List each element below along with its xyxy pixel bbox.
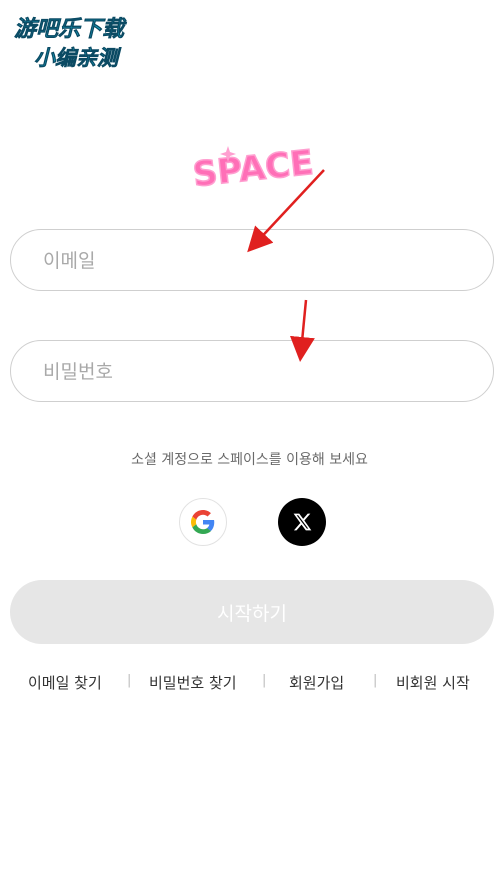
password-input[interactable] (41, 341, 465, 403)
email-input[interactable] (41, 230, 465, 292)
start-button[interactable]: 시작하기 (10, 580, 494, 644)
login-screen: 游吧乐下载 小编亲测 SPACE 소셜 계정으로 스페이스를 이용해 보세요 시… (0, 0, 499, 893)
password-field-wrapper (10, 340, 494, 403)
link-separator: | (262, 673, 267, 688)
guest-start-link[interactable]: 비회원 시작 (396, 672, 470, 693)
account-links: 이메일 찾기 | 비밀번호 찾기 | 회원가입 | 비회원 시작 (0, 672, 499, 696)
find-email-link[interactable]: 이메일 찾기 (28, 672, 102, 693)
social-login-caption: 소셜 계정으로 스페이스를 이용해 보세요 (131, 452, 368, 468)
google-login-button[interactable] (179, 498, 227, 546)
x-icon (293, 513, 312, 531)
watermark-logo: 游吧乐下载 小编亲测 (14, 17, 128, 71)
find-password-link[interactable]: 비밀번호 찾기 (149, 672, 237, 693)
x-login-button[interactable] (278, 498, 326, 546)
signup-link[interactable]: 회원가입 (289, 672, 344, 693)
link-separator: | (127, 673, 132, 688)
annotation-arrows (247, 169, 325, 362)
watermark-line-2: 小编亲测 (34, 46, 122, 70)
logo-text: SPACE (191, 143, 315, 194)
link-separator: | (373, 673, 378, 688)
space-logo: SPACE (190, 142, 316, 194)
watermark-line-1: 游吧乐下载 (14, 17, 127, 42)
email-field-wrapper (10, 229, 494, 292)
google-icon (191, 510, 215, 534)
